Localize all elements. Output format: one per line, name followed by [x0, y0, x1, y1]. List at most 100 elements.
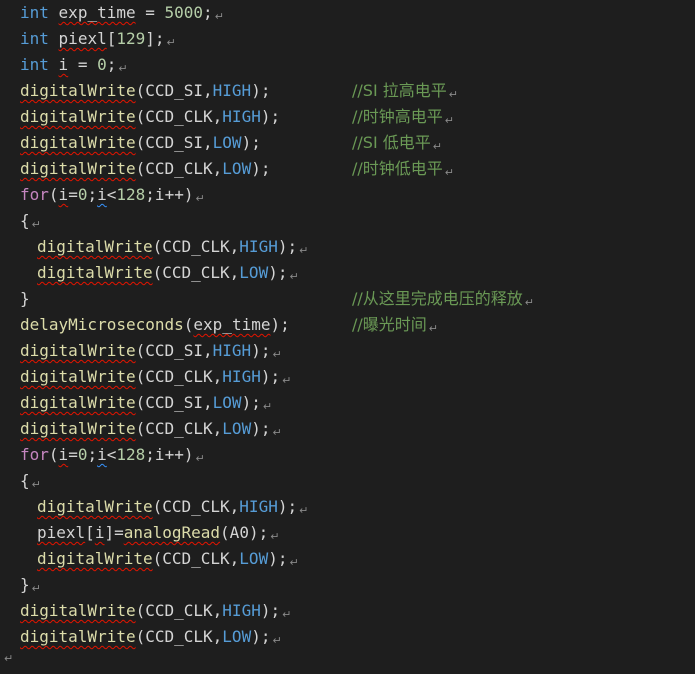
code-line: } ↵: [20, 572, 41, 598]
code-token: (CCD_SI,: [135, 133, 213, 152]
paragraph-mark-icon: ↵: [272, 348, 282, 361]
code-line: int i = 0; ↵: [20, 52, 128, 78]
code-token: {: [20, 211, 30, 230]
paragraph-mark-icon: ↵: [195, 192, 205, 205]
code-token: digitalWrite: [20, 341, 136, 360]
code-token: i: [97, 185, 107, 204]
code-line: {↵: [20, 208, 41, 234]
comment-text: //时钟高电平: [352, 107, 443, 126]
code-token: (: [48, 445, 59, 464]
comment-text: //时钟低电平: [352, 159, 443, 178]
code-token: HIGH: [222, 367, 261, 386]
paragraph-mark-icon: ↵: [166, 36, 176, 49]
code-token: HIGH: [212, 341, 252, 360]
paragraph-mark-icon: ↵: [31, 478, 41, 491]
code-token: 128: [116, 185, 146, 204]
code-token: =: [135, 3, 165, 22]
code-token: digitalWrite: [37, 497, 153, 516]
code-token: );: [241, 393, 261, 412]
code-line: digitalWrite(CCD_CLK,HIGH);: [20, 104, 280, 130]
code-line: for(i=0;i<128;i++) ↵: [20, 442, 205, 468]
comment-text: //SI 低电平: [352, 133, 431, 152]
paragraph-mark-icon: ↵: [31, 218, 41, 231]
code-comment: //SI 拉高电平 ↵: [352, 78, 458, 104]
code-token: ;: [106, 55, 117, 74]
code-token: i: [97, 445, 107, 464]
code-token: );: [277, 237, 298, 256]
paragraph-mark-icon: ↵: [272, 634, 282, 647]
code-token: int: [20, 55, 49, 74]
code-token: }: [20, 289, 30, 308]
code-token: exp_time: [58, 3, 136, 22]
code-comment: //从这里完成电压的释放 ↵: [352, 286, 534, 312]
code-token: =: [68, 445, 78, 464]
paragraph-mark-icon: ↵: [448, 88, 458, 101]
code-token: );: [241, 133, 261, 152]
code-token: =: [68, 185, 78, 204]
code-editor[interactable]: ↵ int exp_time = 5000; ↵ int piexl[129]; ↵ i…: [0, 0, 695, 674]
code-token: (CCD_CLK,: [152, 549, 240, 568]
code-token: digitalWrite: [20, 159, 136, 178]
code-token: LOW: [239, 263, 269, 282]
code-token: digitalWrite: [20, 107, 136, 126]
code-token: i: [58, 445, 69, 464]
code-token: [: [85, 523, 95, 542]
code-token: =: [68, 55, 98, 74]
code-token: ];: [145, 29, 165, 48]
code-token: ;: [87, 445, 98, 464]
code-token: LOW: [222, 627, 252, 646]
code-line: digitalWrite(CCD_CLK,LOW); ↵: [20, 546, 299, 572]
code-token: (CCD_CLK,: [135, 159, 223, 178]
code-token: );: [251, 341, 271, 360]
code-token: (CCD_CLK,: [152, 237, 240, 256]
code-token: (CCD_CLK,: [135, 627, 223, 646]
code-line: digitalWrite(CCD_CLK,HIGH); ↵: [20, 494, 308, 520]
code-line: {↵: [20, 468, 41, 494]
code-token: for: [20, 445, 49, 464]
code-comment: //SI 低电平 ↵: [352, 130, 442, 156]
paragraph-mark-icon: ↵: [524, 296, 535, 309]
code-token: (CCD_SI,: [135, 81, 213, 100]
code-token: i: [94, 523, 105, 542]
code-line: digitalWrite(CCD_CLK,LOW); ↵: [20, 416, 282, 442]
code-token: );: [268, 263, 288, 282]
code-token: digitalWrite: [20, 627, 136, 646]
code-token: piexl: [58, 29, 107, 48]
code-token: );: [277, 497, 298, 516]
code-line: digitalWrite(CCD_CLK,LOW);: [20, 156, 270, 182]
paragraph-mark-icon: ↵: [282, 608, 292, 621]
code-token: int: [20, 3, 49, 22]
code-token: LOW: [212, 133, 242, 152]
code-token: int: [20, 29, 49, 48]
code-token: 128: [116, 445, 146, 464]
code-token: (CCD_CLK,: [135, 107, 223, 126]
code-token: (CCD_CLK,: [152, 263, 240, 282]
paragraph-mark-icon: ↵: [444, 114, 455, 127]
code-token: }: [20, 575, 30, 594]
paragraph-mark-icon: ↵: [299, 504, 309, 517]
code-token: delayMicroseconds: [20, 315, 184, 334]
code-comment: //曝光时间 ↵: [352, 312, 438, 338]
code-token: digitalWrite: [20, 601, 136, 620]
code-token: digitalWrite: [20, 81, 136, 100]
code-token: {: [20, 471, 30, 490]
code-token: );: [260, 107, 281, 126]
code-line: digitalWrite(CCD_CLK,LOW); ↵: [20, 624, 282, 650]
comment-text: //SI 拉高电平: [352, 81, 447, 100]
code-token: (CCD_CLK,: [135, 367, 223, 386]
code-token: (CCD_SI,: [135, 341, 213, 360]
code-line: for(i=0;i<128;i++) ↵: [20, 182, 205, 208]
code-token: );: [270, 315, 290, 334]
code-token: digitalWrite: [20, 367, 136, 386]
code-token: <: [106, 185, 117, 204]
code-token: i: [58, 185, 69, 204]
paragraph-mark-icon: ↵: [214, 10, 224, 23]
code-token: ;: [87, 185, 98, 204]
code-line: int piexl[129]; ↵: [20, 26, 176, 52]
code-token: );: [260, 367, 281, 386]
code-token: 0: [97, 55, 107, 74]
comment-text: //从这里完成电压的释放: [352, 289, 523, 308]
code-token: digitalWrite: [20, 133, 136, 152]
